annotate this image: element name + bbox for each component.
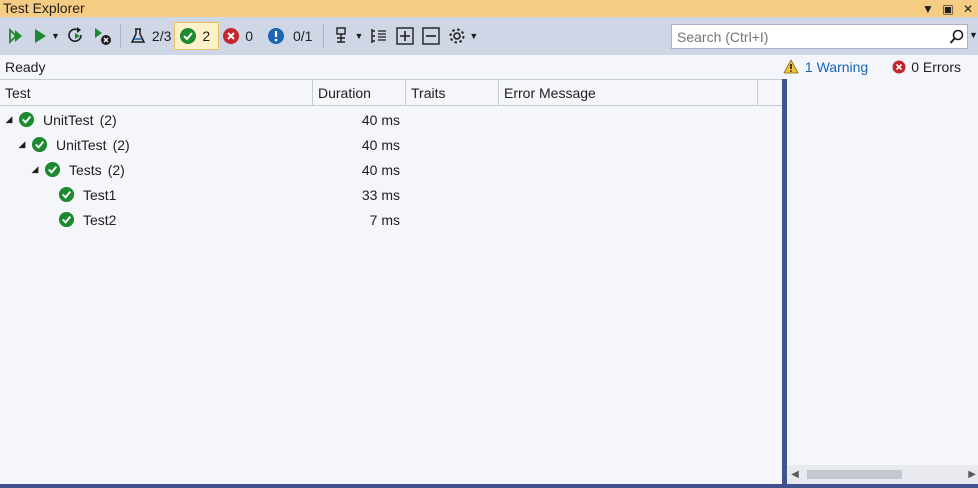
scrollbar-thumb[interactable] [807, 470, 902, 479]
table-row[interactable]: ◢ UnitTest (2) 40 ms [0, 107, 782, 132]
errors-link[interactable]: 0 Errors [892, 59, 961, 75]
search-options-dropdown-icon[interactable]: ▼ [969, 30, 978, 40]
scroll-right-icon[interactable]: ▶ [968, 469, 976, 480]
close-icon[interactable]: ✕ [962, 3, 974, 15]
expand-arrow-icon[interactable]: ◢ [4, 114, 14, 125]
error-icon [892, 60, 906, 73]
status-text: Ready [5, 58, 46, 75]
repeat-icon [68, 27, 82, 42]
search-box[interactable] [671, 24, 968, 49]
passed-icon [180, 28, 197, 44]
column-header-traits[interactable]: Traits [406, 80, 499, 106]
failed-tests-count: 0 [245, 28, 253, 44]
search-input[interactable] [672, 25, 947, 48]
repeat-last-run-button[interactable] [63, 22, 89, 50]
scroll-left-icon[interactable]: ◀ [787, 469, 803, 480]
passed-icon [31, 136, 48, 153]
title-bar: Test Explorer ▼ ▣ ✕ [0, 0, 978, 17]
column-header-filler [758, 80, 782, 106]
bottom-border [0, 484, 978, 488]
passed-tests-filter[interactable]: 2 [174, 22, 220, 50]
run-failed-icon [94, 28, 111, 45]
run-dropdown-icon[interactable]: ▼ [51, 31, 60, 41]
test-name: UnitTest [56, 136, 107, 153]
total-tests-count: 2/3 [151, 28, 172, 44]
maximize-icon[interactable]: ▣ [942, 3, 954, 15]
expand-arrow-icon[interactable]: ◢ [17, 139, 27, 150]
toolbar-separator [323, 24, 325, 48]
flask-icon [130, 28, 146, 43]
column-header-row: Test Duration Traits Error Message [0, 80, 782, 106]
search-icon[interactable] [947, 29, 967, 45]
status-bar: Ready 1 Warning 0 Errors [0, 55, 978, 78]
toolbar-separator [119, 24, 121, 48]
column-header-error-message[interactable]: Error Message [499, 80, 758, 106]
expand-all-icon [396, 27, 415, 45]
test-count: (2) [107, 161, 125, 178]
collapse-all-button[interactable] [418, 22, 444, 50]
warnings-count: 1 Warning [804, 58, 869, 75]
test-duration: 7 ms [369, 211, 400, 228]
horizontal-scrollbar[interactable]: ◀ ▶ [787, 465, 978, 484]
table-row[interactable]: Test2 7 ms [0, 207, 782, 232]
failed-icon [223, 28, 240, 44]
test-duration: 33 ms [361, 186, 400, 203]
warning-icon [783, 59, 799, 74]
hierarchy-icon [371, 29, 387, 43]
test-name: Tests [69, 161, 102, 178]
table-row[interactable]: ◢ Tests (2) 40 ms [0, 157, 782, 182]
test-duration: 40 ms [361, 136, 400, 153]
not-run-tests-count: 0/1 [292, 28, 313, 44]
total-tests-filter[interactable]: 2/3 [126, 22, 174, 50]
test-name: Test2 [83, 211, 117, 228]
test-list: Test Duration Traits Error Message ◢ Unit… [0, 79, 782, 488]
group-by-button[interactable]: ▼ [329, 22, 366, 50]
not-run-icon [267, 28, 284, 44]
expand-all-button[interactable] [392, 22, 418, 50]
table-row[interactable]: ◢ UnitTest (2) 40 ms [0, 132, 782, 157]
passed-icon [44, 161, 61, 178]
dropdown-arrow-icon[interactable]: ▼ [922, 3, 934, 15]
test-count: (2) [99, 111, 117, 128]
test-duration: 40 ms [361, 161, 400, 178]
failed-tests-filter[interactable]: 0 [219, 22, 256, 50]
run-failed-button[interactable] [89, 22, 115, 50]
column-header-duration[interactable]: Duration [313, 80, 406, 106]
collapse-all-icon [422, 27, 441, 45]
test-count: (2) [112, 136, 130, 153]
errors-count: 0 Errors [911, 58, 961, 75]
run-all-button[interactable] [4, 22, 28, 50]
group-by-icon [336, 27, 347, 43]
table-row[interactable]: Test1 33 ms [0, 182, 782, 207]
not-run-tests-filter[interactable]: 0/1 [264, 22, 315, 50]
expand-arrow-icon[interactable]: ◢ [30, 164, 40, 175]
passed-icon [58, 211, 75, 228]
group-by-dropdown-icon[interactable]: ▼ [354, 31, 363, 41]
test-name: Test1 [83, 186, 117, 203]
run-all-icon [9, 27, 22, 45]
settings-dropdown-icon[interactable]: ▼ [469, 31, 478, 41]
test-detail-pane [787, 79, 978, 488]
play-icon [35, 29, 46, 43]
passed-tests-count: 2 [202, 28, 211, 44]
column-header-test[interactable]: Test [0, 80, 313, 106]
run-button[interactable]: ▼ [28, 22, 63, 50]
window-title: Test Explorer [3, 0, 85, 16]
settings-button[interactable]: ▼ [444, 22, 481, 50]
hierarchy-view-button[interactable] [366, 22, 392, 50]
gear-icon [449, 28, 465, 44]
passed-icon [58, 186, 75, 203]
warnings-link[interactable]: 1 Warning [783, 59, 868, 75]
passed-icon [18, 111, 35, 128]
test-name: UnitTest [43, 111, 94, 128]
test-duration: 40 ms [361, 111, 400, 128]
